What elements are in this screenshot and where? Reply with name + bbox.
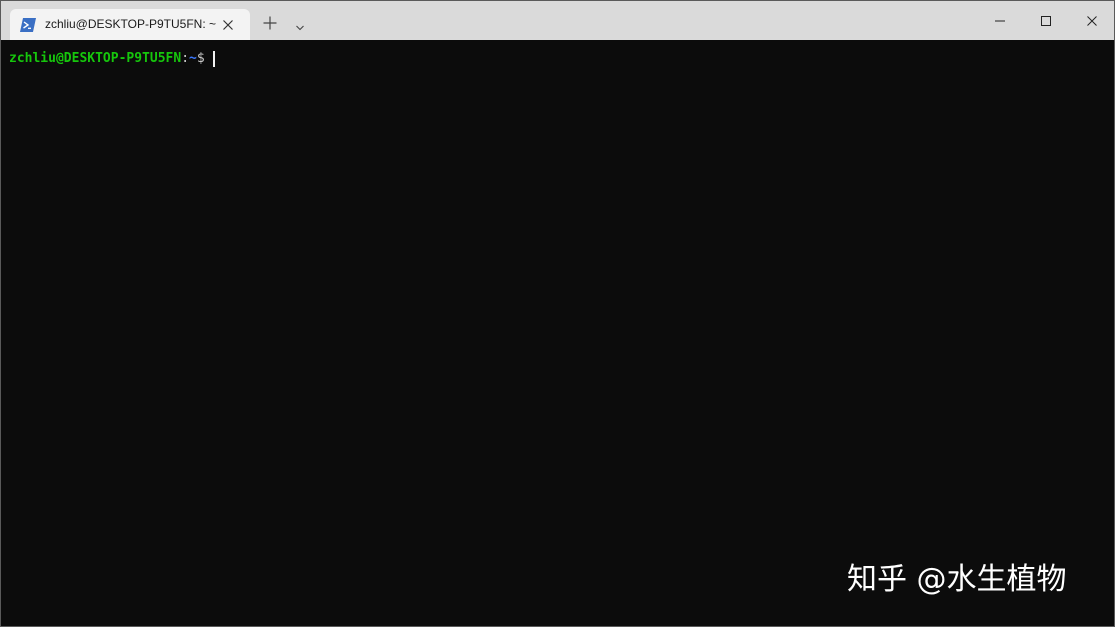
prompt-dollar: $ xyxy=(196,51,205,66)
tab-active[interactable]: zchliu@DESKTOP-P9TU5FN: ~ xyxy=(10,9,250,40)
terminal-window: zchliu@DESKTOP-P9TU5FN: ~ zchliu@DESKTOP… xyxy=(0,0,1115,627)
minimize-icon xyxy=(995,20,1005,22)
plus-icon[interactable] xyxy=(262,15,278,31)
powershell-icon xyxy=(20,17,36,32)
chevron-down-icon[interactable] xyxy=(294,18,306,31)
text-cursor xyxy=(212,51,215,67)
minimize-button[interactable] xyxy=(977,1,1023,40)
prompt-colon: : xyxy=(181,51,190,66)
prompt-path: ~ xyxy=(189,51,197,66)
tab-close-icon[interactable] xyxy=(221,17,235,31)
title-bar[interactable]: zchliu@DESKTOP-P9TU5FN: ~ xyxy=(1,1,1114,40)
shell-prompt: zchliu@DESKTOP-P9TU5FN:~$ xyxy=(9,51,215,67)
watermark: 知乎 @水生植物 xyxy=(847,562,1067,597)
tab-title: zchliu@DESKTOP-P9TU5FN: ~ xyxy=(45,17,217,31)
close-icon xyxy=(1087,16,1097,26)
close-button[interactable] xyxy=(1069,1,1114,40)
maximize-icon xyxy=(1041,16,1051,26)
terminal-output[interactable]: zchliu@DESKTOP-P9TU5FN:~$ 知乎 @水生植物 xyxy=(1,40,1114,626)
maximize-button[interactable] xyxy=(1023,1,1069,40)
prompt-user-host: zchliu@DESKTOP-P9TU5FN xyxy=(9,51,182,66)
